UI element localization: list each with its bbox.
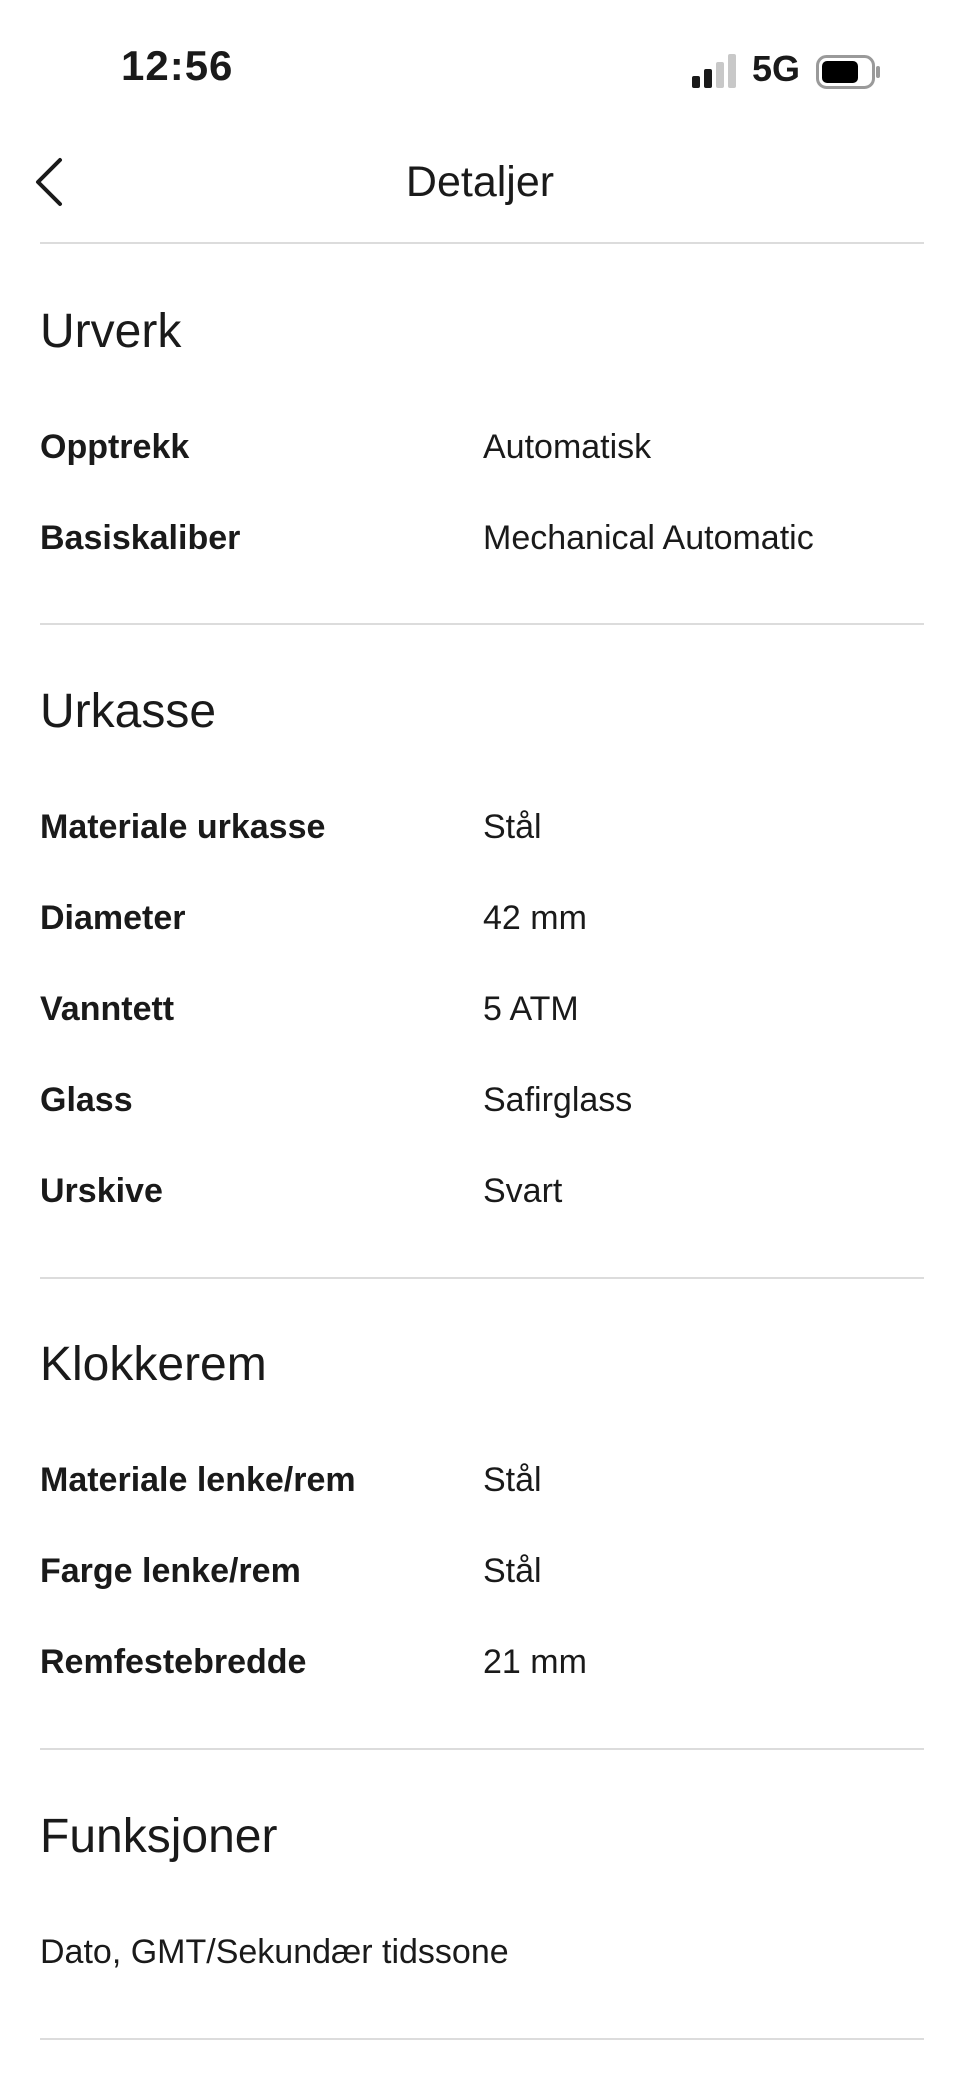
- spec-row: Remfestebredde 21 mm: [40, 1643, 924, 1703]
- spec-row: Urskive Svart: [40, 1172, 924, 1232]
- spec-value: Stål: [483, 1461, 542, 1499]
- spec-label: Materiale lenke/rem: [40, 1461, 356, 1499]
- page-title: Detaljer: [405, 158, 555, 206]
- battery-icon: [816, 55, 880, 89]
- section-title-urkasse: Urkasse: [40, 685, 217, 738]
- functions-text: Dato, GMT/Sekundær tidssone: [40, 1933, 509, 1971]
- spec-row: Diameter 42 mm: [40, 899, 924, 959]
- section-divider: [40, 1277, 924, 1279]
- spec-row: Materiale urkasse Stål: [40, 808, 924, 868]
- network-type: 5G: [752, 48, 801, 89]
- spec-value: 5 ATM: [483, 990, 579, 1028]
- spec-label: Diameter: [40, 899, 186, 937]
- section-divider: [40, 2038, 924, 2040]
- section-title-urverk: Urverk: [40, 305, 182, 358]
- spec-value: Svart: [483, 1172, 563, 1210]
- spec-label: Materiale urkasse: [40, 808, 326, 846]
- spec-value: Automatisk: [483, 428, 652, 466]
- spec-value: Stål: [483, 808, 542, 846]
- status-time: 12:56: [121, 42, 234, 89]
- spec-value: 21 mm: [483, 1643, 587, 1681]
- spec-label: Remfestebredde: [40, 1643, 307, 1681]
- spec-row: Glass Safirglass: [40, 1081, 924, 1141]
- nav-bar: Detaljer: [0, 130, 960, 242]
- spec-row: Materiale lenke/rem Stål: [40, 1461, 924, 1521]
- spec-label: Farge lenke/rem: [40, 1552, 301, 1590]
- spec-value: 42 mm: [483, 899, 587, 937]
- spec-value: Mechanical Automatic: [483, 519, 814, 557]
- spec-row: Basiskaliber Mechanical Automatic: [40, 519, 924, 579]
- spec-row: Farge lenke/rem Stål: [40, 1552, 924, 1612]
- spec-value: Stål: [483, 1552, 542, 1590]
- section-divider: [40, 1748, 924, 1750]
- section-title-klokkerem: Klokkerem: [40, 1338, 267, 1391]
- status-bar: 12:56 5G: [0, 0, 960, 120]
- spec-label: Opptrekk: [40, 428, 190, 466]
- spec-label: Vanntett: [40, 990, 175, 1028]
- spec-row: Opptrekk Automatisk: [40, 428, 924, 488]
- spec-label: Basiskaliber: [40, 519, 241, 557]
- signal-strength-icon: [692, 54, 736, 88]
- section-title-funksjoner: Funksjoner: [40, 1810, 278, 1863]
- section-divider: [40, 623, 924, 625]
- spec-label: Glass: [40, 1081, 133, 1119]
- spec-row: Vanntett 5 ATM: [40, 990, 924, 1050]
- spec-label: Urskive: [40, 1172, 163, 1210]
- header-divider: [40, 242, 924, 244]
- spec-value: Safirglass: [483, 1081, 633, 1119]
